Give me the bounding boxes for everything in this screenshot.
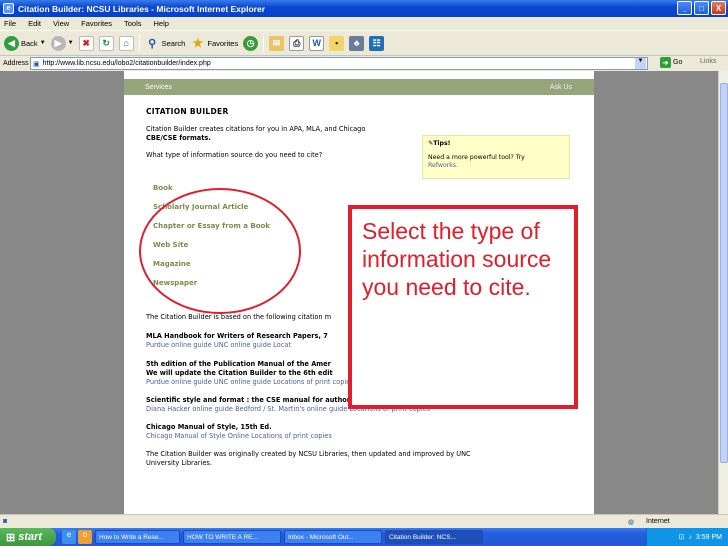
task-how-to-write-1[interactable]: How to Write a Rese... xyxy=(95,530,180,544)
globe-icon: ◍ xyxy=(628,518,635,526)
back-arrow-icon: ◀ xyxy=(4,35,19,51)
tips-box: ✎Tips! Need a more powerful tool? Try Re… xyxy=(422,135,570,179)
stop-icon[interactable]: ✖ xyxy=(78,35,94,51)
title-bar: e Citation Builder: NCSU Libraries - Mic… xyxy=(0,0,728,17)
refresh-icon[interactable]: ↻ xyxy=(98,35,114,51)
menu-help[interactable]: Help xyxy=(154,19,169,28)
search-button[interactable]: ⚲ Search xyxy=(145,33,185,53)
star-icon: ★ xyxy=(192,36,204,50)
annotation-callout: Select the type of information source yo… xyxy=(348,205,578,409)
system-tray: ⊡ ♪ 3:59 PM xyxy=(646,528,728,546)
page-title: CITATION BUILDER xyxy=(146,107,229,116)
research-icon[interactable]: ☷ xyxy=(369,35,385,51)
task-citation-builder[interactable]: Citation Builder: NCS... xyxy=(385,530,483,544)
maximize-button[interactable]: □ xyxy=(694,1,709,15)
services-bar: Services Ask Us xyxy=(124,79,594,95)
minimize-button[interactable]: _ xyxy=(677,1,692,15)
chicago-links[interactable]: Chicago Manual of Style Online Locations… xyxy=(146,432,576,441)
search-icon: ⚲ xyxy=(148,37,157,50)
back-button[interactable]: ◀ Back ▼ xyxy=(4,33,46,53)
print-icon[interactable]: ⎙ xyxy=(289,35,305,51)
services-link[interactable]: Services xyxy=(145,84,172,91)
menu-favorites[interactable]: Favorites xyxy=(81,19,112,28)
menu-tools[interactable]: Tools xyxy=(124,19,142,28)
forward-arrow-icon: ▶ xyxy=(50,35,66,51)
address-input[interactable]: ▣ http://www.lib.ncsu.edu/lobo2/citation… xyxy=(30,57,648,70)
messenger-icon[interactable]: ♣ xyxy=(349,35,365,51)
vertical-scrollbar[interactable] xyxy=(718,71,728,528)
go-arrow-icon: ➔ xyxy=(660,57,671,68)
menu-bar: File Edit View Favorites Tools Help xyxy=(0,17,728,30)
ie-icon: e xyxy=(3,3,14,14)
address-label: Address xyxy=(3,60,29,67)
toolbar: ◀ Back ▼ ▶ ▼ ✖ ↻ ⌂ ⚲ Search ★ Favorites ◷ … xyxy=(0,30,728,56)
windows-logo-icon: ⊞ xyxy=(6,531,16,544)
refworks-link[interactable]: Refworks. xyxy=(428,162,564,171)
volume-icon: ♪ xyxy=(688,533,692,541)
quicklaunch-outlook-icon[interactable]: o xyxy=(78,530,92,544)
menu-file[interactable]: File xyxy=(4,19,16,28)
tips-title: Tips! xyxy=(433,140,451,147)
quicklaunch-ie-icon[interactable]: e xyxy=(62,530,76,544)
zone-label: Internet xyxy=(646,518,670,525)
favorites-button[interactable]: ★ Favorites xyxy=(190,33,238,53)
chicago-title: Chicago Manual of Style, 15th Ed. xyxy=(146,423,272,431)
task-inbox[interactable]: Inbox - Microsoft Out... xyxy=(284,530,382,544)
highlight-circle xyxy=(139,188,301,314)
page-icon: ▣ xyxy=(33,60,40,68)
menu-edit[interactable]: Edit xyxy=(28,19,41,28)
home-icon[interactable]: ⌂ xyxy=(118,35,134,51)
address-bar: Address ▣ http://www.lib.ncsu.edu/lobo2/… xyxy=(0,56,728,71)
taskbar: ⊞ start e o How to Write a Rese... HOW T… xyxy=(0,528,728,546)
scrollbar-thumb[interactable] xyxy=(720,83,728,463)
history-icon[interactable]: ◷ xyxy=(243,35,259,51)
discuss-icon[interactable]: ▪ xyxy=(329,35,345,51)
go-button[interactable]: ➔ Go xyxy=(660,57,682,68)
ask-us-link[interactable]: Ask Us xyxy=(550,84,572,91)
close-button[interactable]: X xyxy=(711,1,726,15)
window-title: Citation Builder: NCSU Libraries - Micro… xyxy=(18,3,266,14)
mail-icon[interactable]: ✉ xyxy=(269,35,285,51)
network-icon: ⊡ xyxy=(678,534,685,541)
address-dropdown-icon[interactable]: ▼ xyxy=(635,58,646,69)
status-bar: ◙ ◍ Internet xyxy=(0,514,728,528)
credit-text-1: The Citation Builder was originally crea… xyxy=(146,450,471,458)
tips-text: Need a more powerful tool? Try xyxy=(428,153,525,161)
clock: 3:59 PM xyxy=(695,533,722,541)
intro-text-1: Citation Builder creates citations for y… xyxy=(146,125,366,133)
menu-view[interactable]: View xyxy=(53,19,69,28)
credit-text-2: University Libraries. xyxy=(146,459,212,467)
toolbar-separator xyxy=(263,34,265,52)
task-how-to-write-2[interactable]: HOW TO WRITE A RE... xyxy=(183,530,281,544)
edit-icon[interactable]: W xyxy=(309,35,325,51)
page-status-icon: ◙ xyxy=(3,518,8,525)
start-button[interactable]: ⊞ start xyxy=(0,528,56,546)
links-button[interactable]: Links xyxy=(700,58,716,65)
toolbar-separator xyxy=(138,34,140,52)
forward-button[interactable]: ▶ ▼ xyxy=(50,33,74,53)
